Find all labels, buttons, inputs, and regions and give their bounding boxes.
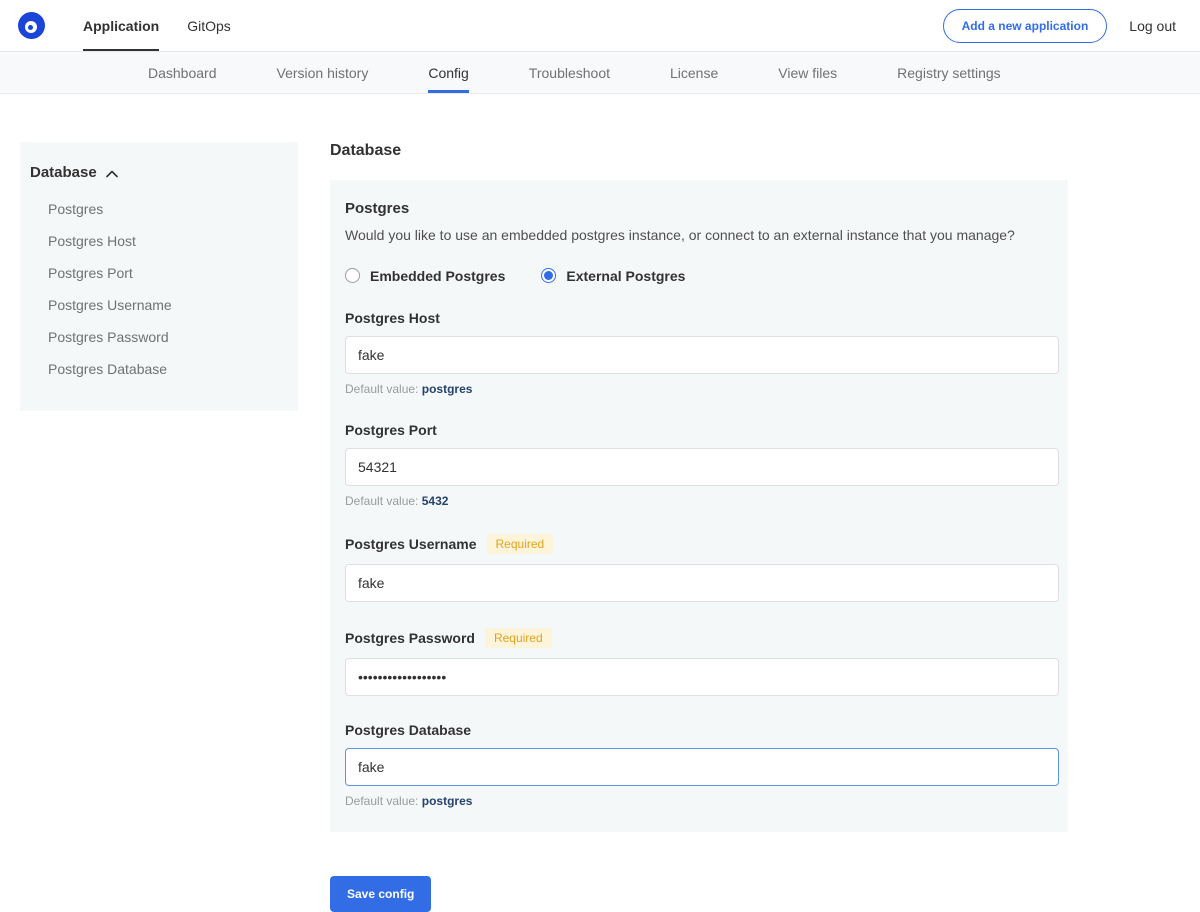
sidebar-item-postgres-host[interactable]: Postgres Host	[20, 225, 298, 257]
field-postgres-password: Postgres Password Required	[345, 628, 1053, 696]
config-main: Database Postgres Would you like to use …	[330, 142, 1068, 912]
field-label: Postgres Host	[345, 310, 1053, 326]
tab-application[interactable]: Application	[69, 0, 173, 51]
radio-embedded-postgres[interactable]: Embedded Postgres	[345, 268, 505, 284]
subnav-view-files[interactable]: View files	[778, 52, 837, 93]
field-label-text: Postgres Username	[345, 536, 477, 552]
field-default-help: Default value: 5432	[345, 494, 1053, 508]
radio-external-postgres[interactable]: External Postgres	[541, 268, 685, 284]
postgres-port-input[interactable]	[345, 448, 1059, 486]
app-logo-icon[interactable]	[18, 12, 45, 39]
subnav-config[interactable]: Config	[428, 52, 468, 93]
sidebar-group-label: Database	[30, 164, 97, 181]
field-label: Postgres Username Required	[345, 534, 1053, 554]
sidebar-item-postgres[interactable]: Postgres	[20, 193, 298, 225]
field-postgres-username: Postgres Username Required	[345, 534, 1053, 602]
field-label-text: Postgres Database	[345, 722, 471, 738]
field-label: Postgres Password Required	[345, 628, 1053, 648]
subnav-dashboard[interactable]: Dashboard	[148, 52, 217, 93]
chevron-up-icon	[106, 170, 118, 178]
page-title: Database	[330, 142, 1068, 160]
postgres-help-text: Would you like to use an embedded postgr…	[345, 226, 1053, 246]
radio-external-label: External Postgres	[566, 268, 685, 284]
postgres-mode-radio-group: Embedded Postgres External Postgres	[345, 268, 1053, 284]
sidebar-item-postgres-username[interactable]: Postgres Username	[20, 289, 298, 321]
field-label: Postgres Port	[345, 422, 1053, 438]
default-value: postgres	[422, 382, 473, 396]
database-config-card: Postgres Would you like to use an embedd…	[330, 180, 1068, 832]
field-postgres-port: Postgres Port Default value: 5432	[345, 422, 1053, 508]
app-subnav: Dashboard Version history Config Trouble…	[0, 52, 1200, 94]
topbar-right: Add a new application Log out	[943, 9, 1176, 43]
postgres-host-input[interactable]	[345, 336, 1059, 374]
field-postgres-database: Postgres Database Default value: postgre…	[345, 722, 1053, 808]
subnav-registry-settings[interactable]: Registry settings	[897, 52, 1000, 93]
radio-embedded-label: Embedded Postgres	[370, 268, 505, 284]
field-label: Postgres Database	[345, 722, 1053, 738]
sidebar-item-postgres-password[interactable]: Postgres Password	[20, 321, 298, 353]
default-prefix: Default value:	[345, 494, 418, 508]
field-default-help: Default value: postgres	[345, 382, 1053, 396]
content-area: Database Postgres Postgres Host Postgres…	[0, 94, 1200, 912]
postgres-password-input[interactable]	[345, 658, 1059, 696]
field-default-help: Default value: postgres	[345, 794, 1053, 808]
field-label-text: Postgres Host	[345, 310, 440, 326]
logout-link[interactable]: Log out	[1129, 18, 1176, 34]
default-prefix: Default value:	[345, 382, 418, 396]
radio-unchecked-icon[interactable]	[345, 268, 360, 283]
save-config-button[interactable]: Save config	[330, 876, 431, 912]
postgres-group-label: Postgres	[345, 200, 1053, 217]
add-new-application-button[interactable]: Add a new application	[943, 9, 1108, 43]
sidebar-item-postgres-database[interactable]: Postgres Database	[20, 353, 298, 385]
required-badge: Required	[485, 628, 552, 648]
required-badge: Required	[487, 534, 554, 554]
field-postgres-host: Postgres Host Default value: postgres	[345, 310, 1053, 396]
field-label-text: Postgres Port	[345, 422, 437, 438]
postgres-username-input[interactable]	[345, 564, 1059, 602]
field-label-text: Postgres Password	[345, 630, 475, 646]
tab-gitops[interactable]: GitOps	[173, 0, 245, 51]
subnav-troubleshoot[interactable]: Troubleshoot	[529, 52, 610, 93]
top-bar: Application GitOps Add a new application…	[0, 0, 1200, 52]
default-prefix: Default value:	[345, 794, 418, 808]
default-value: 5432	[422, 494, 449, 508]
radio-checked-icon[interactable]	[541, 268, 556, 283]
postgres-database-input[interactable]	[345, 748, 1059, 786]
config-sidebar: Database Postgres Postgres Host Postgres…	[20, 142, 298, 411]
sidebar-item-postgres-port[interactable]: Postgres Port	[20, 257, 298, 289]
subnav-license[interactable]: License	[670, 52, 718, 93]
subnav-version-history[interactable]: Version history	[277, 52, 369, 93]
default-value: postgres	[422, 794, 473, 808]
sidebar-items: Postgres Postgres Host Postgres Port Pos…	[20, 193, 298, 385]
sidebar-group-database[interactable]: Database	[20, 164, 298, 181]
top-tabs: Application GitOps	[69, 0, 245, 51]
